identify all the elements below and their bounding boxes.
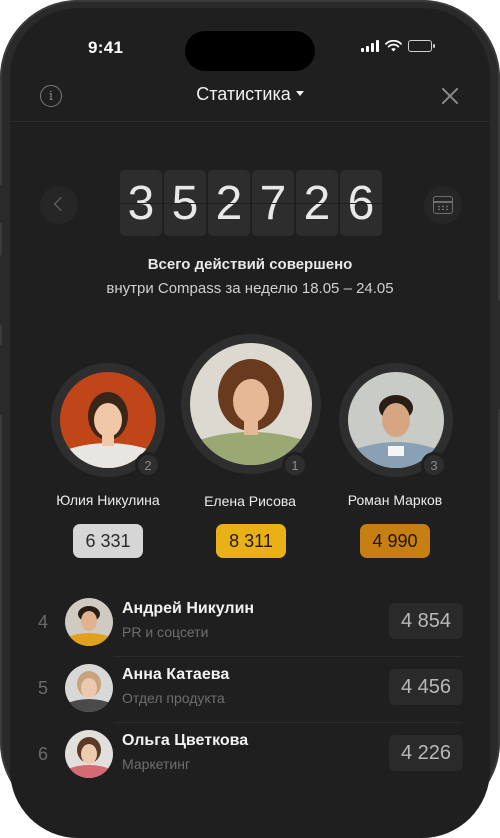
leaderboard-row[interactable]: 6 Ольга Цветкова Маркетинг 4 226 xyxy=(10,722,490,790)
wifi-icon xyxy=(385,40,402,52)
volume-up-button xyxy=(0,255,5,325)
counter-period: внутри Compass за неделю 18.05 – 24.05 xyxy=(106,280,394,297)
row-department: Отдел продукта xyxy=(122,690,225,706)
actions-counter: 3 5 2 7 2 6 xyxy=(120,170,382,236)
power-button xyxy=(495,300,500,410)
counter-digit: 2 xyxy=(296,170,338,236)
row-divider xyxy=(114,722,462,723)
podium-name: Роман Марков xyxy=(347,492,443,508)
phone-frame: 9:41 i Статистика 3 5 2 7 2 6 Всего дейс… xyxy=(0,0,500,838)
podium-name: Юлия Никулина xyxy=(56,492,160,508)
row-score: 4 854 xyxy=(389,603,463,639)
screen: 9:41 i Статистика 3 5 2 7 2 6 Всего дейс… xyxy=(10,8,490,838)
row-score: 4 456 xyxy=(389,669,463,705)
row-name: Андрей Никулин xyxy=(122,600,255,617)
row-department: PR и соцсети xyxy=(122,624,209,640)
rank-badge: 2 xyxy=(135,452,161,478)
caret-down-icon xyxy=(295,90,304,96)
row-name: Анна Катаева xyxy=(122,666,230,683)
status-icons xyxy=(361,40,435,52)
avatar xyxy=(65,598,113,646)
leaderboard-row[interactable]: 4 Андрей Никулин PR и соцсети 4 854 xyxy=(10,592,490,658)
podium-score: 8 311 xyxy=(216,524,286,558)
row-divider xyxy=(114,656,462,657)
leaderboard-row[interactable]: 5 Анна Катаева Отдел продукта 4 456 xyxy=(10,656,490,724)
avatar xyxy=(65,664,113,712)
action-button xyxy=(0,185,5,223)
rank-badge: 3 xyxy=(421,452,447,478)
dynamic-island xyxy=(185,31,315,71)
title-dropdown[interactable]: Статистика xyxy=(10,84,490,105)
row-rank: 6 xyxy=(38,744,49,764)
row-score: 4 226 xyxy=(389,735,463,771)
cellular-signal-icon xyxy=(361,40,379,52)
counter-digit: 7 xyxy=(252,170,294,236)
calendar-button[interactable] xyxy=(424,186,462,224)
calendar-icon xyxy=(433,196,453,214)
counter-digit: 6 xyxy=(340,170,382,236)
counter-digit: 2 xyxy=(208,170,250,236)
page-title: Статистика xyxy=(196,84,291,104)
avatar xyxy=(190,343,312,465)
row-rank: 5 xyxy=(38,678,49,698)
volume-down-button xyxy=(0,345,5,415)
counter-digit: 3 xyxy=(120,170,162,236)
counter-digit: 5 xyxy=(164,170,206,236)
podium-score: 6 331 xyxy=(73,524,143,558)
status-time: 9:41 xyxy=(88,38,124,57)
header: i Статистика xyxy=(10,72,490,122)
row-rank: 4 xyxy=(38,612,49,632)
row-department: Маркетинг xyxy=(122,756,191,772)
podium-score: 4 990 xyxy=(360,524,430,558)
podium-name: Елена Рисова xyxy=(204,493,296,509)
close-icon[interactable] xyxy=(438,84,462,108)
row-name: Ольга Цветкова xyxy=(122,732,249,749)
counter-caption: Всего действий совершено xyxy=(147,256,353,273)
rank-badge: 1 xyxy=(282,452,308,478)
battery-icon xyxy=(408,40,435,52)
previous-week-button[interactable] xyxy=(40,186,78,224)
